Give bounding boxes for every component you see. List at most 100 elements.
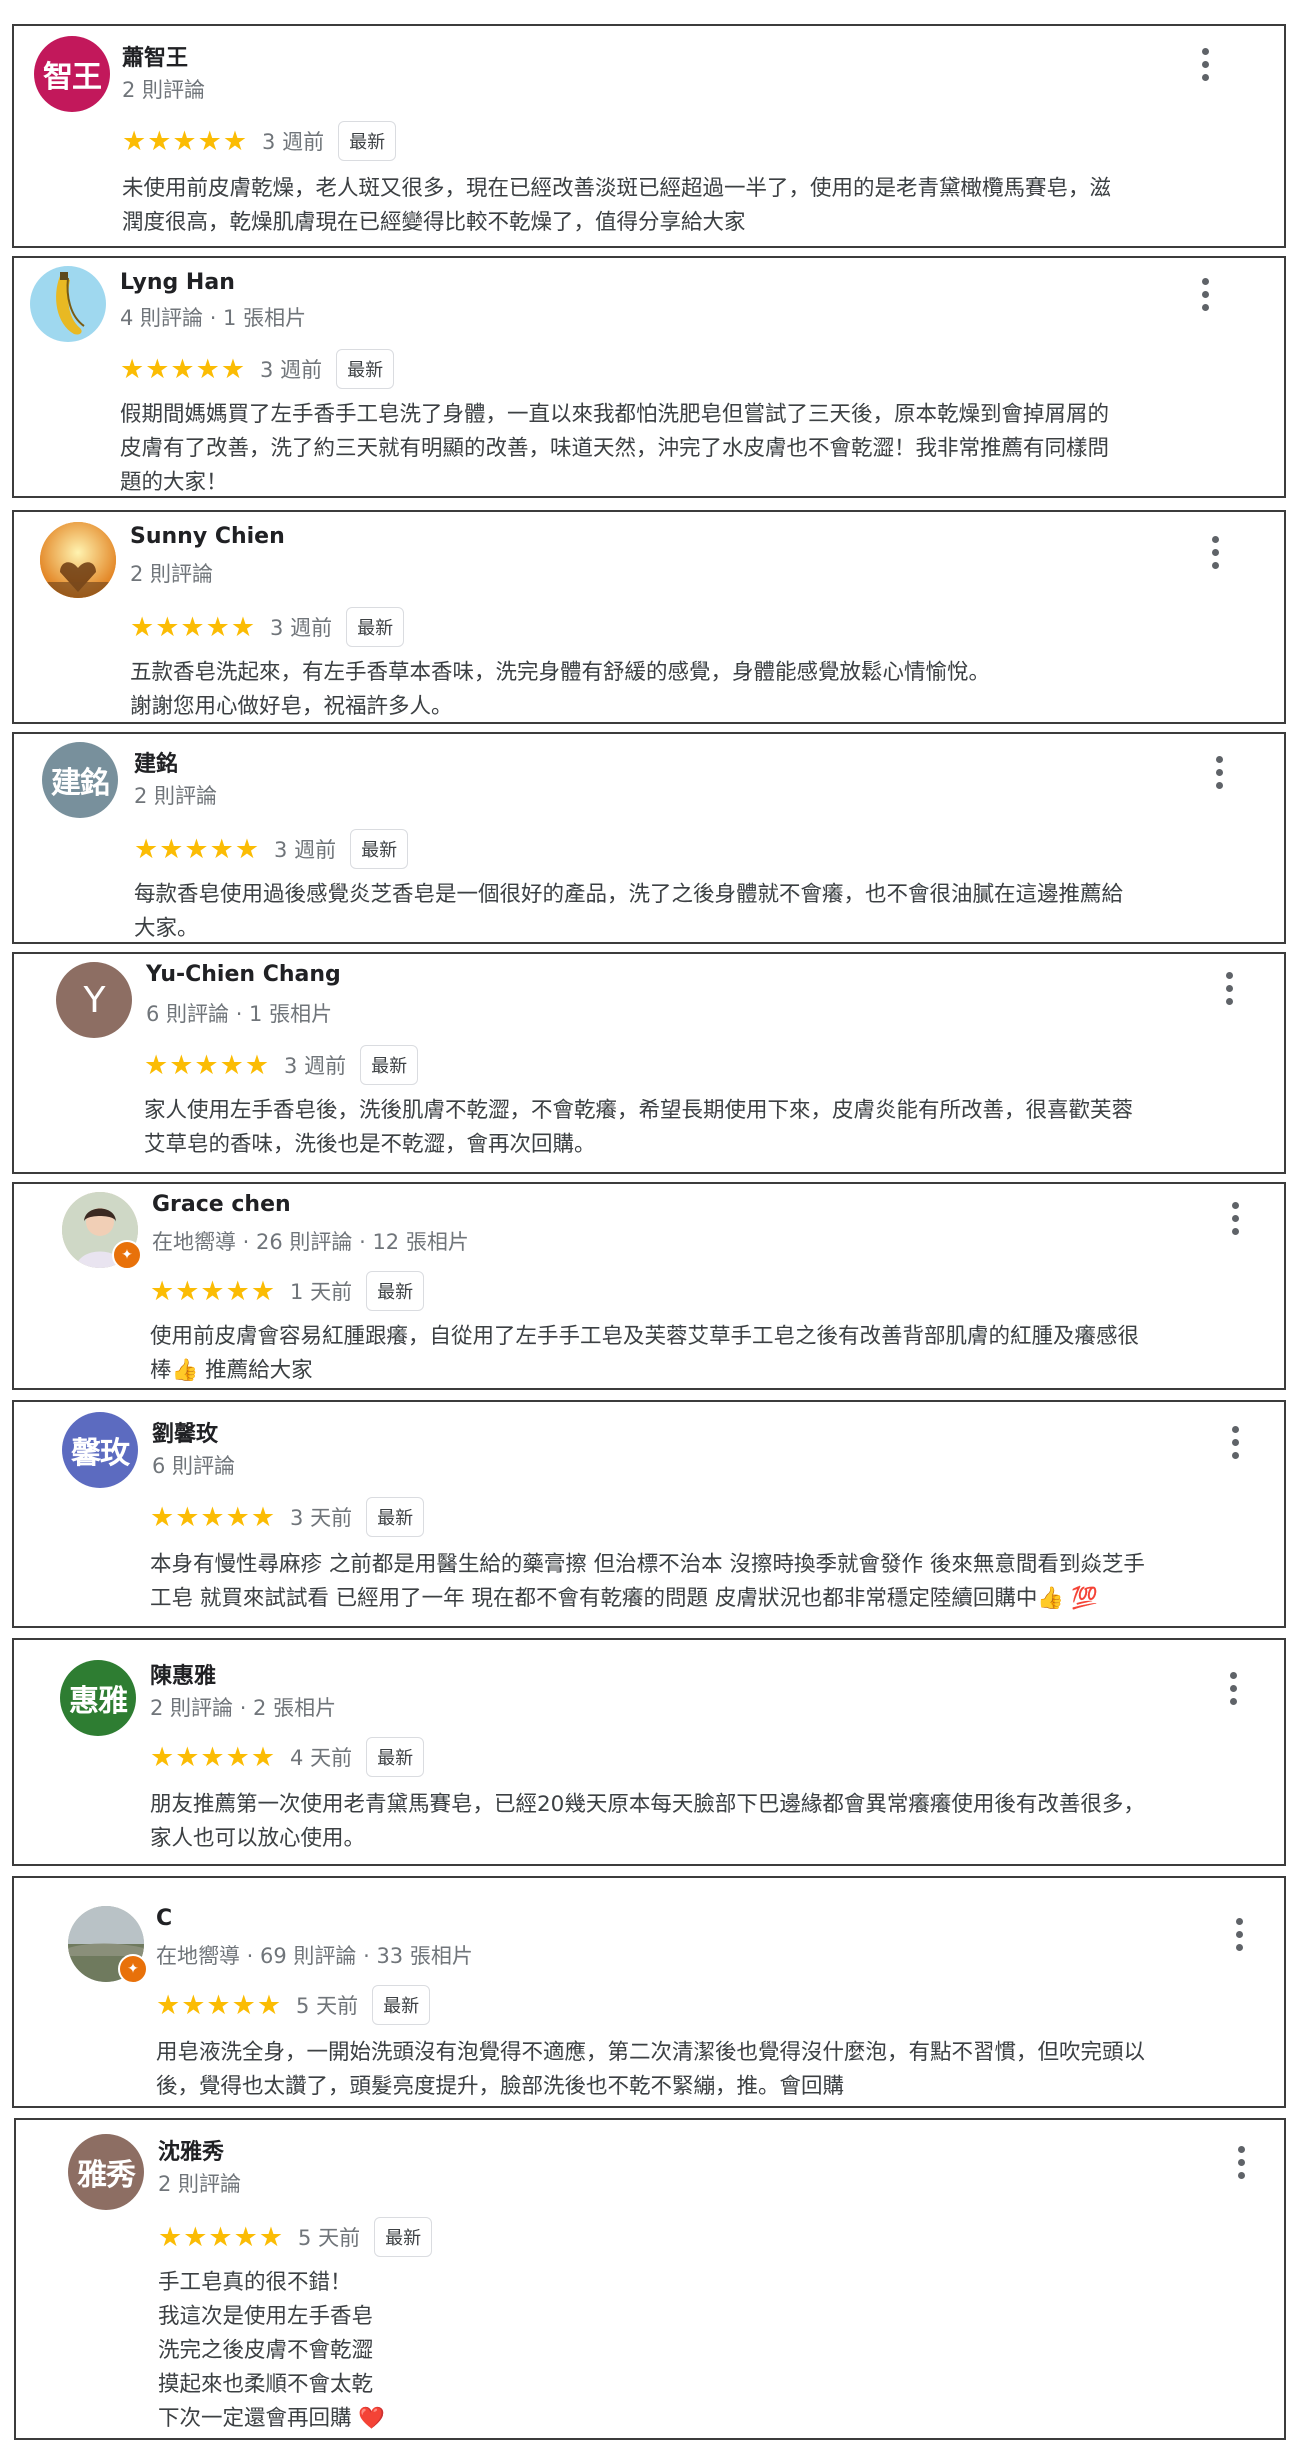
reviewer-meta: 2 則評論 [122, 78, 206, 102]
review-text: 未使用前皮膚乾燥，老人斑又很多，現在已經改善淡斑已經超過一半了，使用的是老青黛橄… [122, 176, 1112, 235]
avatar[interactable]: 雅秀 [68, 2134, 144, 2210]
star-rating: ★★★★★ [144, 1049, 271, 1081]
review-date: 1 天前 [290, 1280, 353, 1304]
more-options-icon[interactable] [1220, 1420, 1250, 1464]
reviewer-name[interactable]: Sunny Chien [130, 524, 285, 549]
rating-row: ★★★★★ 5 天前 最新 [158, 2217, 433, 2257]
rating-row: ★★★★★ 1 天前 最新 [150, 1271, 425, 1311]
reviewer-name[interactable]: 蕭智王 [122, 40, 188, 72]
star-rating: ★★★★★ [158, 2221, 285, 2253]
more-options-icon[interactable] [1224, 1912, 1254, 1956]
more-options-icon[interactable] [1218, 1666, 1248, 1710]
reviewer-name[interactable]: 陳惠雅 [150, 1658, 216, 1690]
star-rating: ★★★★★ [134, 833, 261, 865]
star-rating: ★★★★★ [130, 611, 257, 643]
new-badge: 最新 [350, 829, 409, 869]
review-text: 使用前皮膚會容易紅腫跟癢，自從用了左手手工皂及芙蓉艾草手工皂之後有改善背部肌膚的… [150, 1324, 1140, 1383]
review-date: 3 週前 [284, 1054, 347, 1078]
sunset-heart-icon [40, 522, 116, 598]
review-text: 假期間媽媽買了左手香手工皂洗了身體，一直以來我都怕洗肥皂但嘗試了三天後，原本乾燥… [120, 402, 1110, 495]
banana-icon [56, 272, 85, 335]
rating-row: ★★★★★ 3 天前 最新 [150, 1497, 425, 1537]
avatar[interactable]: 建銘 [42, 742, 118, 818]
review-date: 3 天前 [290, 1506, 353, 1530]
star-rating: ★★★★★ [120, 353, 247, 385]
reviewer-name[interactable]: 沈雅秀 [158, 2134, 224, 2166]
new-badge: 最新 [366, 1737, 425, 1777]
review-card: Lyng Han 4 則評論 · 1 張相片 ★★★★★ 3 週前 最新 假期間… [12, 256, 1286, 498]
review-date: 3 週前 [274, 838, 337, 862]
reviewer-name[interactable]: 劉馨玫 [152, 1416, 218, 1448]
avatar[interactable] [30, 266, 106, 342]
rating-row: ★★★★★ 4 天前 最新 [150, 1737, 425, 1777]
review-card: 馨玫 劉馨玫 6 則評論 ★★★★★ 3 天前 最新 本身有慢性尋麻疹 之前都是… [12, 1400, 1286, 1628]
reviewer-meta: 2 則評論 · 2 張相片 [150, 1696, 337, 1720]
new-badge: 最新 [372, 1985, 431, 2025]
review-text: 朋友推薦第一次使用老青黛馬賽皂，已經20幾天原本每天臉部下巴邊緣都會異常癢癢使用… [150, 1792, 1145, 1851]
local-guide-badge-icon: ✦ [118, 1954, 148, 1984]
star-rating: ★★★★★ [150, 1741, 277, 1773]
avatar[interactable] [40, 522, 116, 598]
avatar[interactable]: 惠雅 [60, 1660, 136, 1736]
review-text: 用皂液洗全身，一開始洗頭沒有泡覺得不適應，第二次清潔後也覺得沒什麼泡，有點不習慣… [156, 2040, 1146, 2099]
new-badge: 最新 [346, 607, 405, 647]
rating-row: ★★★★★ 3 週前 最新 [144, 1045, 419, 1085]
review-date: 3 週前 [260, 358, 323, 382]
review-date: 3 週前 [262, 130, 325, 154]
rating-row: ★★★★★ 5 天前 最新 [156, 1985, 431, 2025]
review-date: 5 天前 [296, 1994, 359, 2018]
avatar[interactable]: 馨玫 [62, 1412, 138, 1488]
reviewer-name[interactable]: Lyng Han [120, 270, 235, 295]
reviewer-meta: 6 則評論 [152, 1454, 236, 1478]
reviewer-meta: 在地嚮導 · 26 則評論 · 12 張相片 [152, 1230, 469, 1254]
reviewer-name[interactable]: Grace chen [152, 1192, 291, 1217]
review-text: 手工皂真的很不錯！ 我這次是使用左手香皂 洗完之後皮膚不會乾澀 摸起來也柔順不會… [158, 2270, 386, 2431]
more-options-icon[interactable] [1190, 272, 1220, 316]
review-text: 每款香皂使用過後感覺炎芝香皂是一個很好的產品，洗了之後身體就不會癢，也不會很油膩… [134, 882, 1124, 941]
new-badge: 最新 [360, 1045, 419, 1085]
new-badge: 最新 [366, 1497, 425, 1537]
reviewer-name[interactable]: C [156, 1906, 172, 1931]
review-text: 五款香皂洗起來，有左手香草本香味，洗完身體有舒緩的感覺，身體能感覺放鬆心情愉悅。… [130, 660, 991, 719]
rating-row: ★★★★★ 3 週前 最新 [134, 829, 409, 869]
review-card: ✦ C 在地嚮導 · 69 則評論 · 33 張相片 ★★★★★ 5 天前 最新… [12, 1876, 1286, 2108]
reviewer-name[interactable]: Yu-Chien Chang [146, 962, 341, 987]
more-options-icon[interactable] [1200, 530, 1230, 574]
new-badge: 最新 [366, 1271, 425, 1311]
reviewer-meta: 6 則評論 · 1 張相片 [146, 1002, 333, 1026]
review-card: 惠雅 陳惠雅 2 則評論 · 2 張相片 ★★★★★ 4 天前 最新 朋友推薦第… [12, 1638, 1286, 1866]
star-rating: ★★★★★ [150, 1275, 277, 1307]
review-card: 智王 蕭智王 2 則評論 ★★★★★ 3 週前 最新 未使用前皮膚乾燥，老人斑又… [12, 24, 1286, 248]
star-rating: ★★★★★ [156, 1989, 283, 2021]
reviewer-meta: 4 則評論 · 1 張相片 [120, 306, 307, 330]
more-options-icon[interactable] [1220, 1196, 1250, 1240]
reviewer-meta: 2 則評論 [130, 562, 214, 586]
review-card: ✦ Grace chen 在地嚮導 · 26 則評論 · 12 張相片 ★★★★… [12, 1182, 1286, 1390]
review-text: 家人使用左手香皂後，洗後肌膚不乾澀，不會乾癢，希望長期使用下來，皮膚炎能有所改善… [144, 1098, 1134, 1157]
more-options-icon[interactable] [1190, 42, 1220, 86]
star-rating: ★★★★★ [122, 125, 249, 157]
review-date: 5 天前 [298, 2226, 361, 2250]
review-card: 雅秀 沈雅秀 2 則評論 ★★★★★ 5 天前 最新 手工皂真的很不錯！ 我這次… [14, 2118, 1286, 2440]
rating-row: ★★★★★ 3 週前 最新 [120, 349, 395, 389]
reviewer-meta: 2 則評論 [158, 2172, 242, 2196]
new-badge: 最新 [374, 2217, 433, 2257]
reviewer-name[interactable]: 建銘 [134, 746, 178, 778]
more-options-icon[interactable] [1204, 750, 1234, 794]
rating-row: ★★★★★ 3 週前 最新 [122, 121, 397, 161]
avatar[interactable]: 智王 [34, 36, 110, 112]
review-card: 建銘 建銘 2 則評論 ★★★★★ 3 週前 最新 每款香皂使用過後感覺炎芝香皂… [12, 732, 1286, 944]
rating-row: ★★★★★ 3 週前 最新 [130, 607, 405, 647]
new-badge: 最新 [338, 121, 397, 161]
review-card: Sunny Chien 2 則評論 ★★★★★ 3 週前 最新 五款香皂洗起來，… [12, 510, 1286, 724]
star-rating: ★★★★★ [150, 1501, 277, 1533]
more-options-icon[interactable] [1226, 2140, 1256, 2184]
new-badge: 最新 [336, 349, 395, 389]
review-date: 3 週前 [270, 616, 333, 640]
reviewer-meta: 2 則評論 [134, 784, 218, 808]
more-options-icon[interactable] [1214, 966, 1244, 1010]
review-card: Y Yu-Chien Chang 6 則評論 · 1 張相片 ★★★★★ 3 週… [12, 952, 1286, 1174]
review-date: 4 天前 [290, 1746, 353, 1770]
review-text: 本身有慢性尋麻疹 之前都是用醫生給的藥膏擦 但治標不治本 沒擦時換季就會發作 後… [150, 1552, 1145, 1611]
avatar[interactable]: Y [56, 962, 132, 1038]
